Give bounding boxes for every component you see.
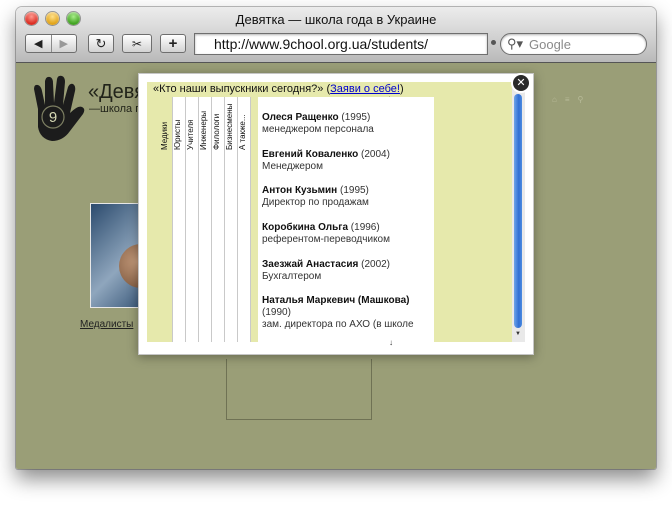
scrollbar-thumb[interactable] [514, 94, 522, 328]
tab-businessmen[interactable]: Бизнесмены [225, 97, 238, 342]
tab-label: Юристы [173, 119, 182, 150]
tab-philologists[interactable]: Филологи [212, 97, 225, 342]
person-position: Менеджером [262, 161, 323, 172]
scroll-down-arrow-icon[interactable]: ▼ [515, 331, 521, 337]
person-name: Наталья Маркевич (Машкова) [262, 295, 410, 306]
person-year: (1995) [341, 112, 371, 123]
magnifier-icon: ⚲▾ [507, 36, 524, 51]
person-name: Заезжай Анастасия [262, 259, 359, 270]
list-item[interactable]: Наталья Маркевич (Машкова) (1990) зам. д… [262, 295, 434, 331]
tab-label: Учителя [186, 119, 195, 150]
person-year: (2002) [361, 259, 391, 270]
content-frame [226, 359, 372, 420]
search-placeholder: Google [529, 37, 571, 52]
history-nav: ◀ ▶ [25, 34, 77, 53]
tab-also[interactable]: А также... [238, 97, 251, 342]
snippet-button[interactable]: ✂ [122, 34, 152, 53]
person-year: (1996) [350, 222, 380, 233]
person-year: (1995) [339, 185, 369, 196]
list-item[interactable]: Заезжай Анастасия (2002) Бухгалтером [262, 259, 434, 283]
tab-label: Бизнесмены [225, 103, 234, 150]
person-position: менеджером персонала [262, 124, 374, 135]
tab-engineers[interactable]: Инженеры [199, 97, 212, 342]
reload-icon: ↻ [95, 35, 107, 51]
window-title: Девятка — школа года в Украине [235, 12, 437, 27]
address-field[interactable]: http://www.9chool.org.ua/students/ [194, 33, 488, 55]
address-dot-icon [491, 40, 496, 45]
tab-teachers[interactable]: Учителя [186, 97, 199, 342]
scissors-icon: ✂ [131, 36, 143, 51]
panel-heading-text: «Кто наши выпускники сегодня?» [153, 83, 324, 95]
logo-digit: 9 [49, 109, 57, 126]
site-subtitle: —школа го [89, 103, 146, 115]
tab-label: Медики [160, 121, 169, 150]
person-position: зам. директора по АХО (в школе [262, 319, 414, 330]
person-name: Коробкина Ольга [262, 222, 349, 233]
person-name: Олеся Ращенко [262, 112, 339, 123]
popup-scrollbar[interactable]: ▼ [512, 82, 525, 342]
tab-lawyers[interactable]: Юристы [173, 97, 186, 342]
forward-icon[interactable]: ▶ [50, 35, 77, 52]
tab-medics[interactable]: Медики [160, 97, 173, 342]
profession-tabs: Медики Юристы Учителя Инженеры Филологи … [160, 97, 251, 342]
person-position: референтом-переводчиком [262, 234, 390, 245]
title-bar: Девятка — школа года в Украине ◀ ▶ ↻ ✂ +… [16, 7, 656, 63]
tab-label: А также... [238, 114, 247, 150]
person-year: (2004) [361, 149, 390, 160]
tab-label: Инженеры [199, 110, 208, 150]
alumni-list: Олеся Ращенко (1995) менеджером персонал… [258, 97, 434, 342]
person-name: Евгений Коваленко [262, 149, 359, 160]
close-icon[interactable]: ✕ [513, 75, 529, 91]
add-bookmark-button[interactable]: + [160, 34, 186, 53]
scroll-down-tick-icon[interactable]: ↓ [389, 338, 393, 347]
header-icons: ⌂≡⚲ [552, 95, 592, 104]
plus-icon: + [168, 35, 178, 52]
list-item[interactable]: Евгений Коваленко (2004) Менеджером [262, 149, 434, 173]
person-name: Антон Кузьмин [262, 185, 338, 196]
panel-heading: «Кто наши выпускники сегодня?» (Заяви о … [153, 83, 404, 95]
reload-button[interactable]: ↻ [88, 34, 114, 53]
list-item[interactable]: Антон Кузьмин (1995) Директор по продажа… [262, 185, 434, 209]
list-item[interactable]: Олеся Ращенко (1995) менеджером персонал… [262, 112, 434, 136]
person-position: Бухгалтером [262, 271, 322, 282]
person-position: Директор по продажам [262, 197, 369, 208]
list-item[interactable]: Коробкина Ольга (1996) референтом-перево… [262, 222, 434, 246]
logo-hand-icon: 9 [34, 75, 85, 141]
person-year: (1990) [262, 307, 291, 318]
search-input[interactable]: ⚲▾ Google [500, 33, 647, 55]
medalists-link[interactable]: Медалисты [80, 319, 133, 330]
site-title: «Девя [88, 81, 146, 103]
back-icon[interactable]: ◀ [26, 35, 51, 52]
medalists-thumbnail[interactable] [90, 203, 163, 308]
paren-close: ) [399, 83, 404, 95]
tab-label: Филологи [212, 113, 221, 150]
